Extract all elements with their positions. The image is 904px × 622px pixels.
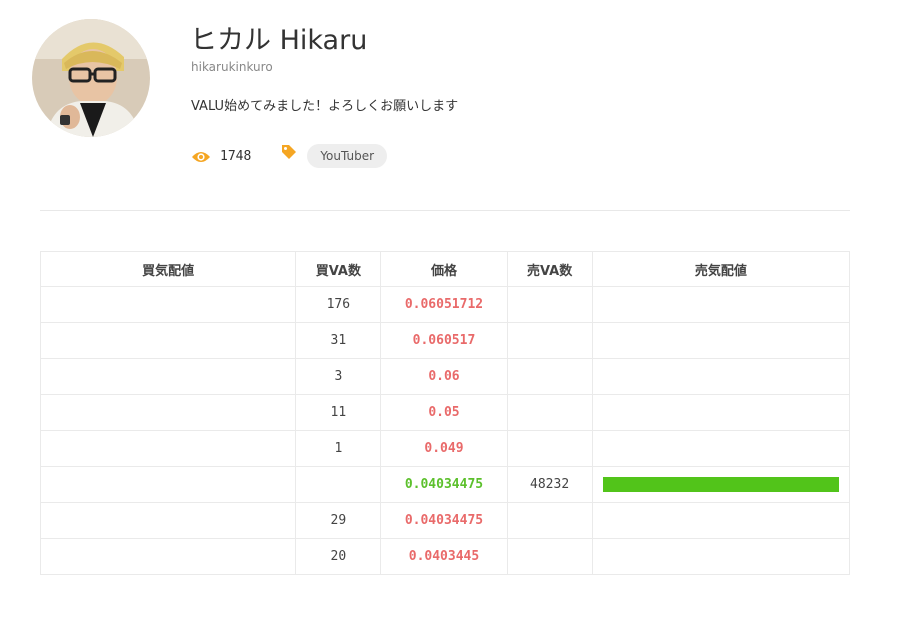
header-buy-amount: 買気配値 [39,251,297,287]
table-row: 3 0.06 [39,358,851,395]
sell-count-cell [506,358,593,395]
buy-amount-cell [39,466,297,503]
sell-count-cell [506,394,593,431]
sell-count-cell [506,538,593,575]
sell-volume-bar [602,477,839,492]
sell-amount-cell [591,286,851,323]
sell-count-cell: 48232 [506,466,593,503]
buy-amount-cell [39,394,297,431]
profile-name: ヒカル Hikaru [190,25,368,56]
table-header-row: 買気配値 買VA数 価格 売VA数 売気配値 [39,251,851,287]
sell-amount-cell [591,394,851,431]
table-row: 176 0.06051712 [39,286,851,323]
buy-count-cell: 3 [295,358,382,395]
profile-stats: 1748 YouTuber [191,143,388,169]
price-cell: 0.04034475 [380,502,508,539]
header-buy-count: 買VA数 [295,251,382,287]
buy-amount-cell [39,358,297,395]
sell-amount-cell [591,430,851,467]
header-sell-amount: 売気配値 [591,251,851,287]
price-cell: 0.06 [380,358,508,395]
buy-amount-cell [39,430,297,467]
buy-count-cell: 20 [295,538,382,575]
buy-count-cell [295,466,382,503]
order-book-body: 176 0.06051712 31 0.060517 3 0.06 11 0.05 1 0.049… [39,286,851,575]
price-cell: 0.05 [380,394,508,431]
tag-icon [281,144,297,160]
sell-count-cell [506,286,593,323]
profile-handle: hikarukinkuro [191,60,273,74]
buy-amount-cell [39,538,297,575]
buy-count-cell: 29 [295,502,382,539]
buy-amount-cell [39,286,297,323]
order-book-table: 買気配値 買VA数 価格 売VA数 売気配値 176 0.06051712 31 0.… [39,251,851,575]
table-row: 0.04034475 48232 [39,466,851,503]
price-cell: 0.0403445 [380,538,508,575]
table-row: 20 0.0403445 [39,538,851,575]
view-count: 1748 [220,148,252,164]
profile-bio: VALU始めてみました！よろしくお願いします [191,99,459,114]
buy-count-cell: 11 [295,394,382,431]
buy-count-cell: 176 [295,286,382,323]
sell-amount-cell [591,538,851,575]
price-cell: 0.06051712 [380,286,508,323]
header-price: 価格 [380,251,508,287]
header-sell-count: 売VA数 [506,251,593,287]
sell-amount-cell [591,358,851,395]
sell-count-cell [506,502,593,539]
buy-count-cell: 31 [295,322,382,359]
buy-count-cell: 1 [295,430,382,467]
buy-amount-cell [39,502,297,539]
buy-amount-cell [39,322,297,359]
table-row: 29 0.04034475 [39,502,851,539]
tag-badge[interactable]: YouTuber [307,144,388,168]
price-cell: 0.04034475 [380,466,508,503]
table-row: 1 0.049 [39,430,851,467]
divider [40,210,850,211]
eye-icon [191,149,211,163]
avatar[interactable] [32,19,150,137]
sell-amount-cell [591,502,851,539]
avatar-image [32,19,150,137]
profile-page: ヒカル Hikaru hikarukinkuro VALU始めてみました！よろし… [0,0,904,622]
sell-amount-cell [591,322,851,359]
price-cell: 0.049 [380,430,508,467]
table-row: 31 0.060517 [39,322,851,359]
sell-amount-cell [591,466,851,503]
price-cell: 0.060517 [380,322,508,359]
sell-count-cell [506,322,593,359]
sell-count-cell [506,430,593,467]
table-row: 11 0.05 [39,394,851,431]
